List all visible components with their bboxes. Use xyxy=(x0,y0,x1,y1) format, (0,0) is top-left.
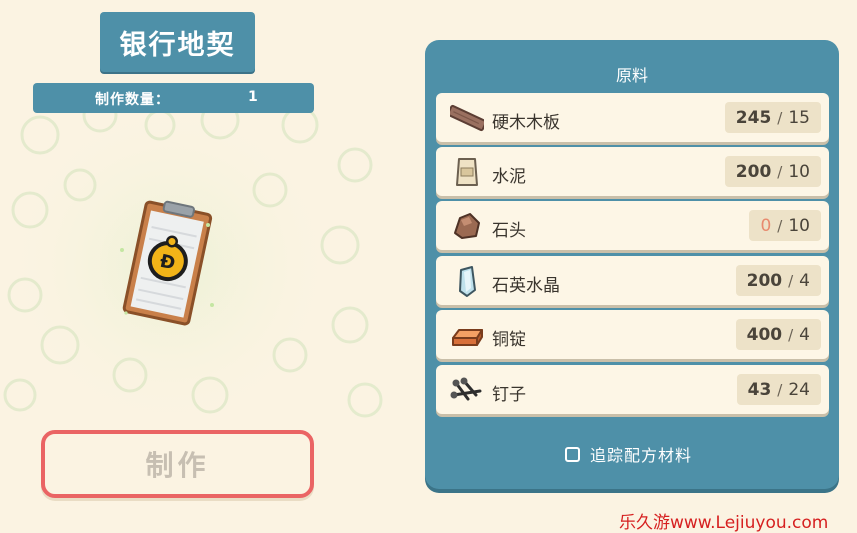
need-count: 10 xyxy=(788,161,810,182)
material-name: 石英水晶 xyxy=(492,276,560,296)
material-name: 硬木木板 xyxy=(492,113,560,133)
material-row-quartz: 石英水晶 200/4 xyxy=(436,256,829,305)
craft-button-label: 制作 xyxy=(145,449,210,482)
material-row-copper: 铜锭 400/4 xyxy=(436,310,829,359)
materials-panel: 原料 硬木木板 245/15 水泥 200/10 石头 0 / 10 石英水晶 … xyxy=(425,40,839,489)
cement-bag-icon xyxy=(456,158,478,186)
recipe-title: 银行地契 xyxy=(100,12,255,72)
material-name: 铜锭 xyxy=(492,330,526,350)
have-count: 400 xyxy=(746,324,783,345)
craft-button[interactable]: 制作 xyxy=(41,430,314,498)
hardwood-plank-icon xyxy=(450,104,484,132)
quantity-value: 1 xyxy=(248,89,258,105)
material-row-nails: 钉子 43/24 xyxy=(436,365,829,414)
material-count: 43/24 xyxy=(736,374,821,405)
quantity-bar: 制作数量： 1 xyxy=(33,83,314,113)
material-count: 245/15 xyxy=(724,102,821,133)
material-name: 钉子 xyxy=(492,385,526,405)
have-count: 0 xyxy=(760,215,772,236)
stone-icon xyxy=(454,213,480,239)
material-name: 水泥 xyxy=(492,167,526,187)
need-count: 4 xyxy=(799,324,810,345)
have-count: 43 xyxy=(747,379,772,400)
blueprint-deed-icon: Đ xyxy=(120,200,214,326)
track-label: 追踪配方材料 xyxy=(590,446,693,465)
materials-title: 原料 xyxy=(615,66,648,85)
material-count: 400/4 xyxy=(735,319,821,350)
have-count: 200 xyxy=(746,270,783,291)
nails-icon xyxy=(450,377,482,401)
material-row-cement: 水泥 200/10 xyxy=(436,147,829,196)
need-count: 15 xyxy=(788,107,810,128)
material-row-stone: 石头 0/10 xyxy=(436,201,829,250)
need-count: 10 xyxy=(788,215,810,236)
quantity-label: 制作数量： xyxy=(95,92,170,108)
have-count: 245 xyxy=(735,107,772,128)
material-row-hardwood: 硬木木板 245/15 xyxy=(436,93,829,142)
watermark: 乐久游www.Lejiuyou.com xyxy=(619,513,829,533)
material-count: 0/10 xyxy=(749,210,821,241)
need-count: 4 xyxy=(799,270,810,291)
track-checkbox[interactable] xyxy=(565,446,580,462)
copper-ingot-icon xyxy=(452,329,483,346)
material-name: 石头 xyxy=(492,221,526,241)
need-count: 24 xyxy=(788,379,810,400)
material-count: 200/4 xyxy=(735,265,821,296)
quartz-crystal-icon xyxy=(459,266,476,297)
have-count: 200 xyxy=(735,161,772,182)
track-materials-toggle[interactable]: 追踪配方材料 xyxy=(565,442,692,466)
material-count: 200/10 xyxy=(724,156,821,187)
